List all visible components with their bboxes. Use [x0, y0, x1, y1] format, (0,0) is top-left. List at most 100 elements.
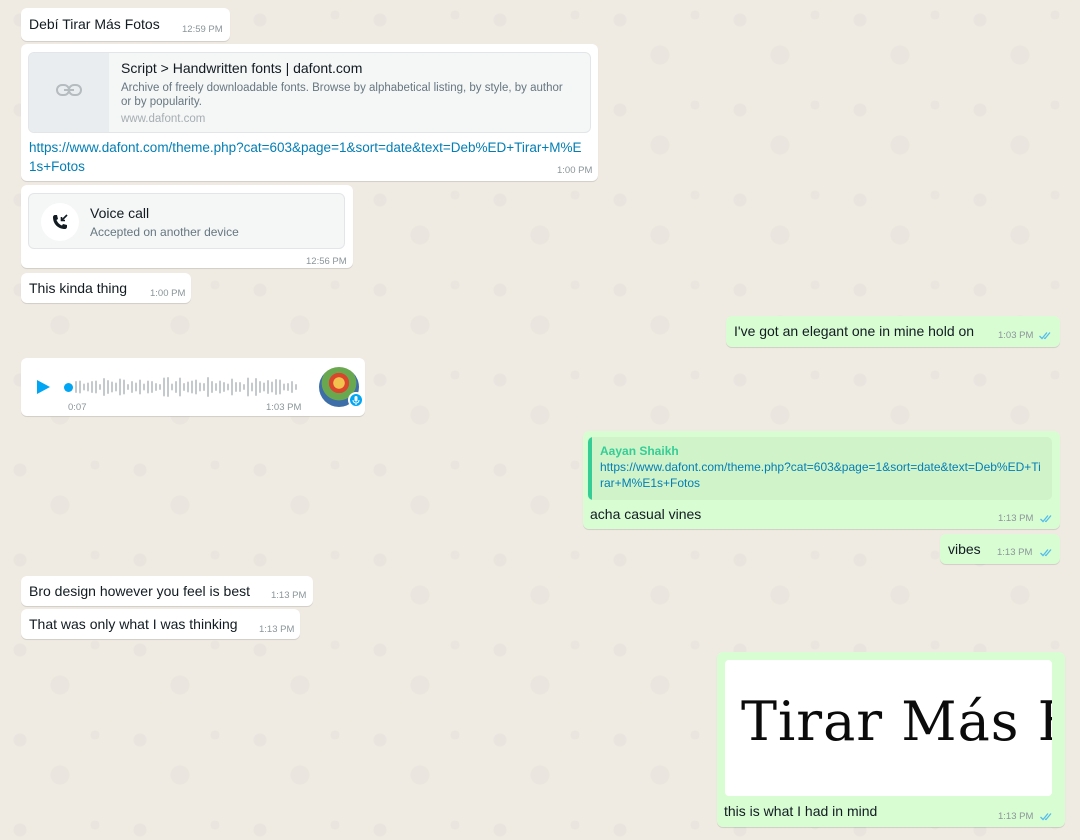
waveform-bar — [219, 380, 221, 394]
waveform-bar — [195, 379, 197, 395]
waveform-bar — [203, 383, 205, 391]
waveform-bar — [191, 380, 193, 394]
waveform-bar — [271, 381, 273, 393]
waveform-bar — [235, 382, 237, 392]
waveform-bar — [91, 381, 93, 393]
waveform-bar — [243, 384, 245, 390]
waveform-bar — [291, 381, 293, 393]
message-text: acha casual vines — [590, 506, 702, 522]
message-voice-call[interactable]: Voice call Accepted on another device 12… — [21, 185, 353, 268]
message-text: Debí Tirar Más Fotos — [29, 16, 160, 32]
message-incoming[interactable]: Debí Tirar Más Fotos 12:59 PM — [21, 8, 230, 41]
waveform-bar — [87, 382, 89, 392]
message-time: 12:59 PM — [182, 24, 223, 35]
incoming-call-icon — [41, 203, 79, 241]
link-preview-description: Archive of freely downloadable fonts. Br… — [121, 82, 563, 108]
voice-seek-dot[interactable] — [64, 383, 73, 392]
quote-author: Aayan Shaikh — [600, 444, 679, 458]
waveform-bar — [211, 381, 213, 393]
waveform-bar — [287, 383, 289, 391]
waveform-bar — [123, 379, 125, 395]
waveform-bar — [179, 377, 181, 397]
call-card[interactable]: Voice call Accepted on another device — [28, 193, 345, 249]
waveform-bar — [147, 380, 149, 394]
play-icon[interactable] — [35, 379, 51, 400]
message-outgoing-reply[interactable]: Aayan Shaikh https://www.dafont.com/them… — [583, 431, 1060, 529]
message-caption: this is what I had in mind — [724, 803, 878, 819]
waveform-bar — [251, 382, 253, 392]
waveform-bar — [155, 383, 157, 391]
waveform-bar — [239, 382, 241, 392]
waveform-bar — [119, 378, 121, 396]
waveform-bar — [127, 384, 129, 390]
message-link[interactable]: https://www.dafont.com/theme.php?cat=603… — [29, 138, 589, 176]
call-subtitle: Accepted on another device — [90, 225, 239, 239]
quoted-message[interactable]: Aayan Shaikh https://www.dafont.com/them… — [588, 437, 1052, 500]
message-link-preview[interactable]: Script > Handwritten fonts | dafont.com … — [21, 44, 598, 181]
waveform-bar — [99, 384, 101, 390]
link-preview-card[interactable]: Script > Handwritten fonts | dafont.com … — [28, 52, 591, 133]
message-time: 1:13 PM — [259, 624, 295, 635]
double-check-icon — [1040, 514, 1054, 523]
message-outgoing-image[interactable]: Tirar Más F this is what I had in mind 1… — [717, 652, 1065, 827]
image-script-text: Tirar Más F — [741, 690, 1052, 753]
waveform-bar — [163, 377, 165, 397]
waveform-bar — [227, 383, 229, 391]
waveform-bar — [183, 383, 185, 391]
message-time: 1:03 PM — [266, 402, 302, 413]
message-time: 1:13 PM — [271, 590, 307, 601]
waveform-bar — [115, 382, 117, 392]
waveform-bar — [103, 378, 105, 396]
quote-bar — [588, 437, 592, 500]
message-time: 1:13 PM — [997, 547, 1033, 558]
waveform-bar — [139, 379, 141, 395]
message-time: 1:00 PM — [150, 288, 186, 299]
waveform-bar — [223, 382, 225, 392]
message-incoming[interactable]: That was only what I was thinking 1:13 P… — [21, 609, 300, 639]
message-outgoing[interactable]: I've got an elegant one in mine hold on … — [726, 316, 1060, 347]
double-check-icon — [1039, 331, 1053, 340]
waveform-bar — [159, 384, 161, 390]
waveform-bar — [79, 380, 81, 394]
waveform-bar — [107, 380, 109, 394]
waveform-bar — [95, 380, 97, 394]
message-text: This kinda thing — [29, 280, 128, 296]
waveform[interactable] — [75, 376, 301, 398]
message-time: 1:03 PM — [998, 330, 1034, 341]
waveform-bar — [131, 381, 133, 393]
waveform-bar — [143, 383, 145, 391]
waveform-bar — [135, 382, 137, 392]
message-time: 1:00 PM — [557, 165, 593, 176]
waveform-bar — [75, 381, 77, 393]
waveform-bar — [187, 381, 189, 393]
message-incoming[interactable]: This kinda thing 1:00 PM — [21, 273, 191, 303]
waveform-bar — [151, 381, 153, 393]
message-outgoing[interactable]: vibes 1:13 PM — [940, 534, 1060, 564]
waveform-bar — [263, 382, 265, 392]
waveform-bar — [111, 381, 113, 393]
message-image[interactable]: Tirar Más F — [725, 660, 1052, 796]
waveform-bar — [207, 377, 209, 397]
waveform-bar — [279, 379, 281, 395]
message-incoming[interactable]: Bro design however you feel is best 1:13… — [21, 576, 313, 606]
message-text: Bro design however you feel is best — [29, 583, 251, 599]
link-preview-title: Script > Handwritten fonts | dafont.com — [121, 60, 363, 76]
double-check-icon — [1040, 812, 1054, 821]
waveform-bar — [267, 380, 269, 394]
message-text: I've got an elegant one in mine hold on — [734, 323, 975, 339]
message-time: 1:13 PM — [998, 811, 1034, 822]
link-preview-thumbnail — [29, 53, 109, 132]
waveform-bar — [259, 381, 261, 393]
waveform-bar — [231, 378, 233, 396]
waveform-bar — [255, 378, 257, 396]
waveform-bar — [295, 384, 297, 390]
waveform-bar — [175, 381, 177, 393]
message-time: 12:56 PM — [306, 256, 347, 267]
waveform-bar — [275, 379, 277, 395]
microphone-icon — [348, 392, 364, 408]
waveform-bar — [83, 383, 85, 391]
message-time: 1:13 PM — [998, 513, 1034, 524]
message-voice-note[interactable]: 0:07 1:03 PM — [21, 358, 365, 416]
waveform-bar — [283, 383, 285, 391]
waveform-bar — [215, 383, 217, 391]
